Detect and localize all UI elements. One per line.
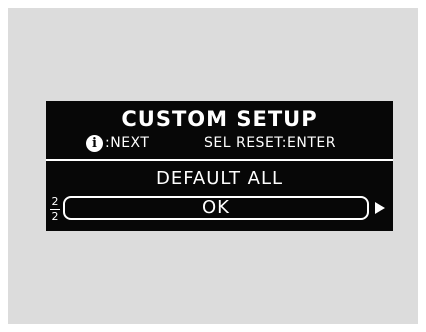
item-title: DEFAULT ALL [155, 168, 284, 189]
divider [46, 159, 393, 161]
page-indicator: 2 2 [48, 195, 62, 225]
right-arrow-icon[interactable] [375, 202, 385, 214]
display-panel: CUSTOM SETUP i :NEXT SEL RESET:ENTER DEF… [8, 8, 418, 324]
page-current: 2 [51, 195, 59, 208]
page-total: 2 [51, 210, 59, 223]
screen-title: CUSTOM SETUP [121, 107, 318, 131]
ok-button[interactable]: OK [63, 196, 369, 220]
next-hint-label: :NEXT [105, 135, 150, 151]
info-icon: i [86, 135, 103, 152]
reset-hint-label: SEL RESET:ENTER [204, 135, 336, 151]
setup-screen: CUSTOM SETUP i :NEXT SEL RESET:ENTER DEF… [46, 101, 393, 231]
